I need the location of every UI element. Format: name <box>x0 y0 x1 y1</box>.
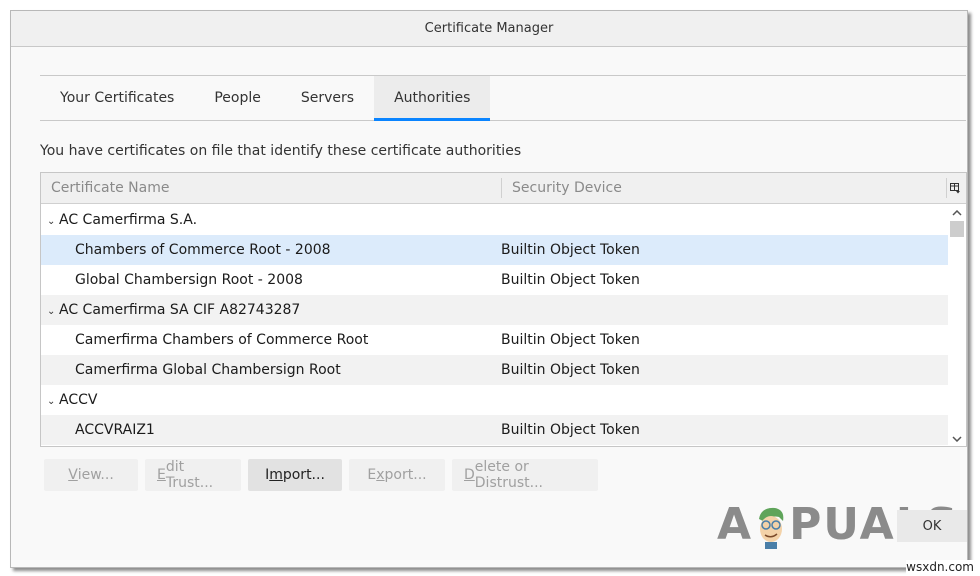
row-name: Chambers of Commerce Root - 2008 <box>75 242 331 258</box>
tab-people[interactable]: People <box>194 76 281 120</box>
row-name: AC Camerfirma SA CIF A82743287 <box>59 302 301 318</box>
window-title: Certificate Manager <box>424 21 554 36</box>
column-header-certificate-name[interactable]: Certificate Name <box>41 180 501 196</box>
title-bar: Certificate Manager <box>11 11 967 47</box>
view-button[interactable]: View... <box>44 459 138 491</box>
tree-header: Certificate Name Security Device <box>41 173 966 204</box>
column-picker-icon[interactable] <box>946 178 964 198</box>
delete-or-distrust-button[interactable]: Delete or Distrust... <box>452 459 598 491</box>
import-button[interactable]: Im port... <box>248 459 342 491</box>
column-header-security-device[interactable]: Security Device <box>501 178 946 198</box>
tree-row-group[interactable]: ⌄ AC Camerfirma SA CIF A82743287 <box>41 295 949 325</box>
tree-rows: ⌄ AC Camerfirma S.A. Chambers of Commerce… <box>41 205 949 445</box>
row-name: Global Chambersign Root - 2008 <box>75 272 303 288</box>
scroll-down-icon[interactable] <box>948 431 966 446</box>
row-name: Camerfirma Chambers of Commerce Root <box>75 332 369 348</box>
row-device: Builtin Object Token <box>501 422 640 438</box>
scrollbar-thumb[interactable] <box>950 221 964 237</box>
tree-row[interactable]: Chambers of Commerce Root - 2008 Builtin… <box>41 235 949 265</box>
chevron-down-icon[interactable]: ⌄ <box>47 216 59 227</box>
certificate-tree[interactable]: Certificate Name Security Device ⌄ AC Cam… <box>40 172 967 447</box>
ok-button[interactable]: OK <box>897 510 967 542</box>
tree-row[interactable]: ACCVRAIZ1 Builtin Object Token <box>41 415 949 445</box>
scroll-up-icon[interactable] <box>948 205 966 221</box>
site-watermark: wsxdn.com <box>906 560 974 574</box>
row-device: Builtin Object Token <box>501 242 640 258</box>
tab-bar: Your Certificates People Servers Authori… <box>40 75 966 121</box>
tree-row[interactable]: Camerfirma Global Chambersign Root Built… <box>41 355 949 385</box>
action-buttons: View... Edit Trust... Im port... Ex port..… <box>44 459 598 491</box>
description-text: You have certificates on file that ident… <box>40 143 522 159</box>
tree-row-group[interactable]: ⌄ ACCV <box>41 385 949 415</box>
row-name: Camerfirma Global Chambersign Root <box>75 362 341 378</box>
row-device: Builtin Object Token <box>501 362 640 378</box>
tree-row-group[interactable]: ⌄ AC Camerfirma S.A. <box>41 205 949 235</box>
row-name: ACCV <box>59 392 98 408</box>
tab-your-certificates[interactable]: Your Certificates <box>40 76 194 120</box>
tab-authorities[interactable]: Authorities <box>374 76 491 121</box>
tree-row[interactable]: Camerfirma Chambers of Commerce Root Bui… <box>41 325 949 355</box>
row-device: Builtin Object Token <box>501 332 640 348</box>
tree-row[interactable]: Global Chambersign Root - 2008 Builtin O… <box>41 265 949 295</box>
watermark-text-left: A <box>717 499 754 550</box>
mascot-icon <box>759 507 784 549</box>
chevron-down-icon[interactable]: ⌄ <box>47 306 59 317</box>
certificate-manager-dialog: Certificate Manager Your Certificates Pe… <box>10 10 968 568</box>
tab-servers[interactable]: Servers <box>281 76 374 120</box>
row-device: Builtin Object Token <box>501 272 640 288</box>
edit-trust-button[interactable]: Edit Trust... <box>145 459 241 491</box>
row-name: ACCVRAIZ1 <box>75 422 155 438</box>
row-name: AC Camerfirma S.A. <box>59 212 198 228</box>
export-button[interactable]: Ex port... <box>349 459 445 491</box>
chevron-down-icon[interactable]: ⌄ <box>47 396 59 407</box>
vertical-scrollbar[interactable] <box>948 205 966 446</box>
